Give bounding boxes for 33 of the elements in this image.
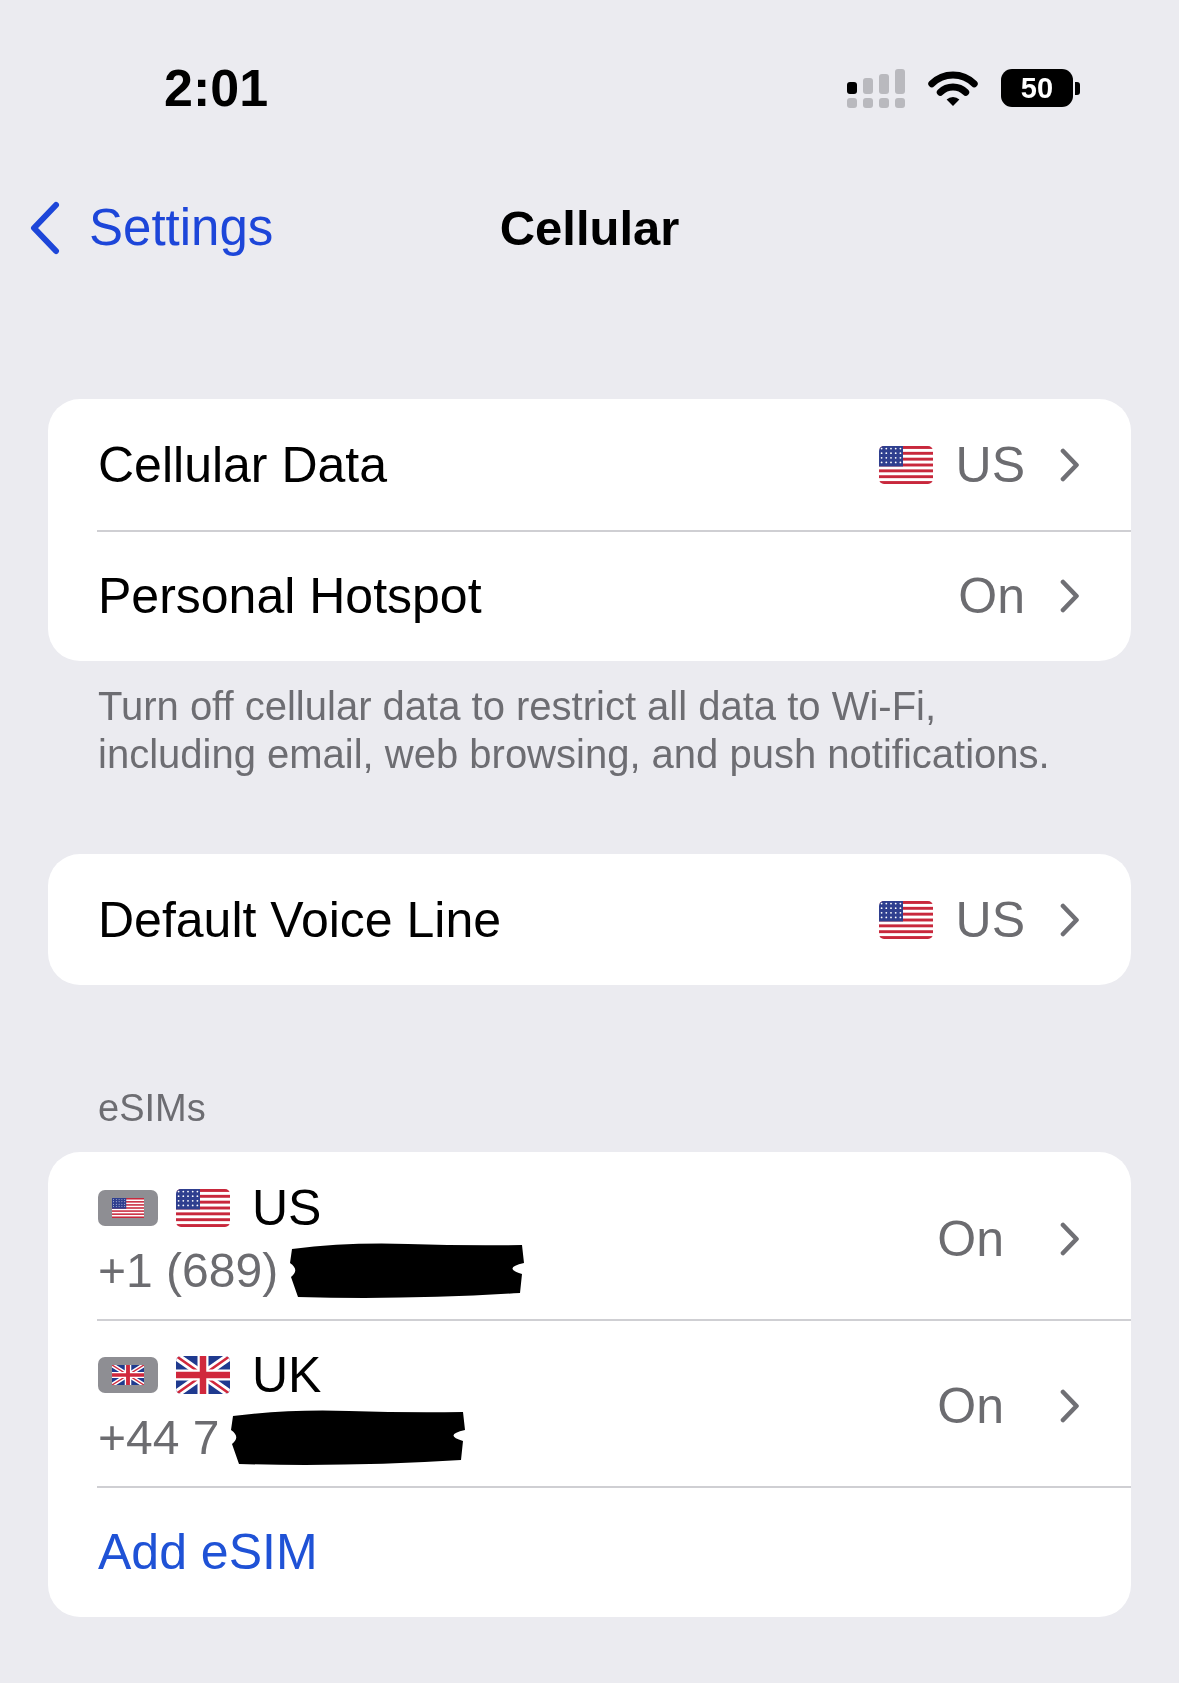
chevron-icon [1060, 447, 1080, 482]
chevron-icon [1060, 902, 1080, 937]
row-label[interactable]: Personal Hotspot [98, 566, 959, 625]
row-value: On [937, 1377, 1004, 1435]
battery-indicator: 50 [1001, 69, 1081, 107]
section-footer: Turn off cellular data to restrict all data to Wi-Fi, including email, web browsing, and push notifications. [98, 682, 1088, 778]
row-label[interactable]: Cellular Data [98, 435, 879, 494]
row-value: US [955, 435, 1025, 494]
flag-icon [176, 1188, 230, 1227]
status-time: 2:01 [164, 58, 269, 118]
back-chevron-icon [29, 200, 61, 255]
flag-icon [176, 1355, 230, 1394]
phone-number: +44 7 [98, 1410, 220, 1465]
chevron-icon [1060, 1222, 1080, 1256]
phone-number: +1 (689) [98, 1243, 279, 1298]
esim-name[interactable]: UK [252, 1345, 322, 1404]
signal-icon [847, 68, 905, 108]
screen-title: Cellular [499, 199, 680, 256]
esim-name[interactable]: US [252, 1178, 322, 1237]
add-esim-link[interactable]: Add eSIM [98, 1522, 318, 1581]
row-value: On [937, 1210, 1004, 1268]
section-header: eSIMs [98, 1086, 206, 1131]
row-value: US [955, 890, 1025, 949]
chevron-icon [1060, 578, 1080, 613]
row-label[interactable]: Default Voice Line [98, 890, 879, 949]
flag-icon [878, 900, 933, 939]
flag-icon [878, 445, 933, 484]
back-button[interactable]: Settings [25, 198, 278, 257]
row-value: On [958, 566, 1025, 625]
wifi-icon [927, 69, 979, 107]
chevron-icon [1060, 1389, 1080, 1423]
flag-badge-icon [98, 1356, 158, 1393]
flag-badge-icon [98, 1189, 158, 1226]
